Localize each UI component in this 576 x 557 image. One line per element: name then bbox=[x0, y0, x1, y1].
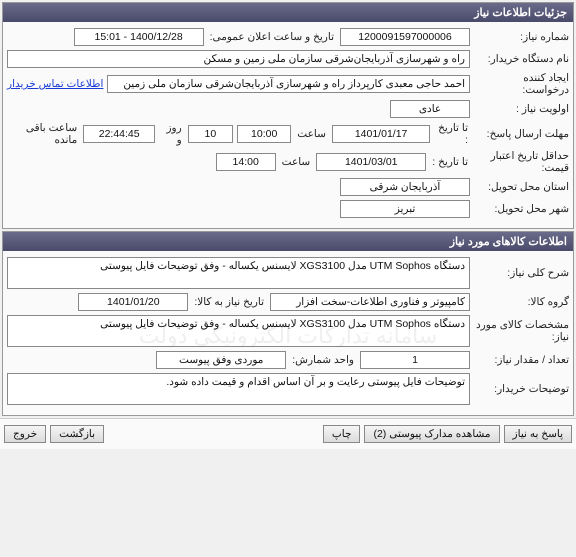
field-need-desc: دستگاه UTM Sophos مدل XGS3100 لایسنس یکس… bbox=[7, 257, 470, 289]
label-response-deadline: مهلت ارسال پاسخ: bbox=[474, 128, 569, 140]
label-priority: اولویت نیاز : bbox=[474, 103, 569, 115]
field-province: آذربایجان شرقی bbox=[340, 178, 470, 196]
respond-button[interactable]: پاسخ به نیاز bbox=[504, 425, 572, 443]
goods-info-header: اطلاعات کالاهای مورد نیاز bbox=[3, 232, 573, 251]
label-count-unit: واحد شمارش: bbox=[290, 354, 356, 366]
back-button[interactable]: بازگشت bbox=[50, 425, 104, 443]
label-at-time-2: ساعت bbox=[280, 156, 313, 168]
label-need-number: شماره نیاز: bbox=[474, 31, 569, 43]
field-qty: 1 bbox=[360, 351, 470, 369]
field-announce-datetime: 1400/12/28 - 15:01 bbox=[74, 28, 204, 46]
label-to-date-1: تا تاریخ : bbox=[434, 122, 470, 146]
field-buyer-org: راه و شهرسازی آذربایجان‌شرقی سازمان ملی … bbox=[7, 50, 470, 68]
need-info-body: شماره نیاز: 1200091597000006 تاریخ و ساع… bbox=[3, 22, 573, 228]
goods-info-panel: اطلاعات کالاهای مورد نیاز شرح کلی نیاز: … bbox=[2, 231, 574, 416]
field-need-date: 1401/01/20 bbox=[78, 293, 188, 311]
bottom-toolbar: پاسخ به نیاز مشاهده مدارک پیوستی (2) چاپ… bbox=[0, 418, 576, 449]
label-qty: تعداد / مقدار نیاز: bbox=[474, 354, 569, 366]
label-hours-remaining: ساعت باقی مانده bbox=[7, 122, 79, 146]
field-city: تبریز bbox=[340, 200, 470, 218]
label-announce-datetime: تاریخ و ساعت اعلان عمومی: bbox=[208, 31, 336, 43]
label-to-date-2: تا تاریخ : bbox=[430, 156, 470, 168]
buyer-contact-link[interactable]: اطلاعات تماس خریدار bbox=[7, 78, 103, 90]
field-priority: عادی bbox=[390, 100, 470, 118]
label-price-validity: حداقل تاریخ اعتبار قیمت: bbox=[474, 150, 569, 174]
label-buyer-org: نام دستگاه خریدار: bbox=[474, 53, 569, 65]
print-button[interactable]: چاپ bbox=[323, 425, 361, 443]
need-info-panel: جزئیات اطلاعات نیاز شماره نیاز: 12000915… bbox=[2, 2, 574, 229]
label-need-desc: شرح کلی نیاز: bbox=[474, 267, 569, 279]
field-buyer-notes: توضیحات فایل پیوستی رعایت و بر آن اساس ا… bbox=[7, 373, 470, 405]
label-province: استان محل تحویل: bbox=[474, 181, 569, 193]
label-buyer-notes: توضیحات خریدار: bbox=[474, 383, 569, 395]
field-validity-time: 14:00 bbox=[216, 153, 276, 171]
label-city: شهر محل تحویل: bbox=[474, 203, 569, 215]
view-attachments-button[interactable]: مشاهده مدارک پیوستی (2) bbox=[364, 425, 499, 443]
label-goods-group: گروه کالا: bbox=[474, 296, 569, 308]
field-deadline-time: 10:00 bbox=[237, 125, 291, 143]
field-validity-date: 1401/03/01 bbox=[316, 153, 426, 171]
label-days-and: روز و bbox=[159, 122, 184, 146]
label-need-date: تاریخ نیاز به کالا: bbox=[192, 296, 266, 308]
need-info-header: جزئیات اطلاعات نیاز bbox=[3, 3, 573, 22]
goods-info-body: شرح کلی نیاز: دستگاه UTM Sophos مدل XGS3… bbox=[3, 251, 573, 415]
label-goods-spec: مشخصات کالای مورد نیاز: bbox=[474, 319, 569, 343]
field-goods-group: کامپیوتر و فناوری اطلاعات-سخت افزار bbox=[270, 293, 470, 311]
field-goods-spec: دستگاه UTM Sophos مدل XGS3100 لایسنس یکس… bbox=[7, 315, 470, 347]
field-request-creator: احمد حاجی معبدی کارپرداز راه و شهرسازی آ… bbox=[107, 75, 470, 93]
exit-button[interactable]: خروج bbox=[4, 425, 46, 443]
field-count-unit: موردی وفق پیوست bbox=[156, 351, 286, 369]
field-remain-days: 10 bbox=[188, 125, 233, 143]
field-deadline-date: 1401/01/17 bbox=[332, 125, 430, 143]
field-remain-time: 22:44:45 bbox=[83, 125, 155, 143]
label-at-time-1: ساعت bbox=[295, 128, 328, 140]
field-need-number: 1200091597000006 bbox=[340, 28, 470, 46]
label-request-creator: ایجاد کننده درخواست: bbox=[474, 72, 569, 96]
